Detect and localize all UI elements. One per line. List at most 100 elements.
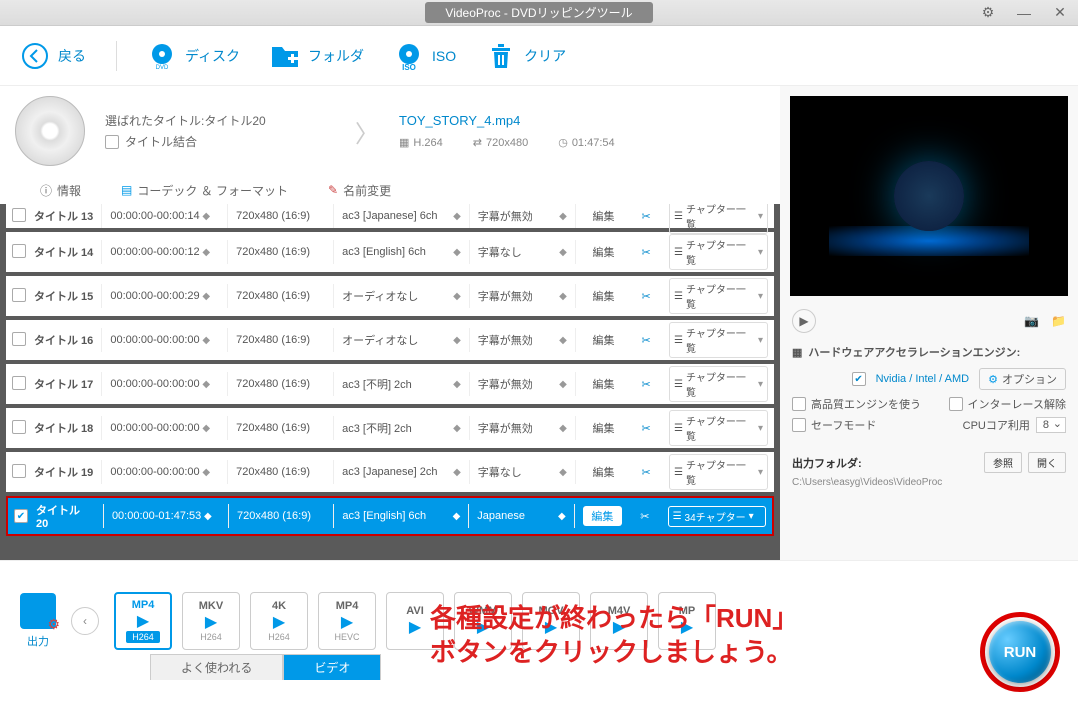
output-folder-label: 出力フォルダ: (792, 455, 862, 471)
scissors-icon[interactable]: ✂ (631, 378, 661, 391)
row-chapter-button[interactable]: ☰チャプター一覧▾ (669, 454, 768, 490)
title-row[interactable]: タイトル 15 00:00:00-00:00:29 ◆ 720x480 (16:… (6, 276, 774, 316)
play-button[interactable]: ▶ (792, 309, 816, 333)
row-edit-button[interactable]: 編集 (584, 376, 624, 392)
format-card[interactable]: 4K▶H264 (250, 592, 308, 650)
row-audio-select[interactable]: ac3 [English] 6ch◆ (342, 510, 460, 522)
cpu-cores-select[interactable]: 8 (1036, 417, 1066, 433)
disk-button[interactable]: DVD ディスク (147, 41, 240, 71)
scissors-icon[interactable]: ✂ (631, 422, 661, 435)
row-subtitle-select[interactable]: 字幕が無効◆ (478, 420, 567, 436)
row-edit-button[interactable]: 編集 (584, 420, 624, 436)
format-prev-button[interactable]: ‹ (71, 607, 99, 635)
title-row[interactable]: タイトル 17 00:00:00-00:00:00 ◆ 720x480 (16:… (6, 364, 774, 404)
row-audio-select[interactable]: ac3 [Japanese] 2ch◆ (342, 466, 461, 478)
row-audio-select[interactable]: オーディオなし◆ (342, 332, 461, 348)
format-card[interactable]: WMM▶ (454, 592, 512, 650)
format-card[interactable]: MP4▶HEVC (318, 592, 376, 650)
tab-info[interactable]: ⓘ情報 (40, 182, 81, 199)
row-chapter-button[interactable]: ☰チャプター一覧▾ (669, 410, 768, 446)
row-checkbox[interactable] (14, 509, 28, 523)
format-card[interactable]: MOV▶ (522, 592, 580, 650)
row-edit-button[interactable]: 編集 (584, 464, 624, 480)
safe-checkbox[interactable]: セーフモード (792, 417, 876, 433)
hq-checkbox[interactable]: 高品質エンジンを使う (792, 396, 921, 412)
row-audio-select[interactable]: ac3 [不明] 2ch◆ (342, 420, 461, 436)
row-chapter-button[interactable]: ☰チャプター一覧▾ (669, 204, 768, 234)
row-edit-button[interactable]: 編集 (583, 506, 622, 526)
tab-codec[interactable]: ▤コーデック ＆ フォーマット (121, 182, 288, 199)
row-edit-button[interactable]: 編集 (584, 332, 624, 348)
scissors-icon[interactable]: ✂ (631, 290, 661, 303)
back-button[interactable]: 戻る (20, 41, 86, 71)
scissors-icon[interactable]: ✂ (630, 510, 659, 523)
tab-video[interactable]: ビデオ (283, 654, 381, 680)
row-edit-button[interactable]: 編集 (584, 288, 624, 304)
row-audio-select[interactable]: オーディオなし◆ (342, 288, 461, 304)
browse-button[interactable]: 参照 (984, 452, 1022, 473)
row-edit-button[interactable]: 編集 (584, 244, 624, 260)
row-title: タイトル 13 (34, 208, 93, 224)
row-subtitle-select[interactable]: 字幕が無効◆ (478, 208, 567, 224)
gpu-checkbox[interactable] (852, 372, 866, 386)
row-subtitle-select[interactable]: Japanese◆ (477, 510, 565, 522)
settings-icon[interactable]: ⚙ (978, 3, 998, 23)
format-card[interactable]: AVI▶ (386, 592, 444, 650)
row-subtitle-select[interactable]: 字幕なし◆ (478, 244, 567, 260)
tab-rename[interactable]: ✎名前変更 (328, 182, 391, 199)
title-list[interactable]: タイトル 13 00:00:00-00:00:14 ◆ 720x480 (16:… (0, 204, 780, 560)
tab-frequent[interactable]: よく使われる (150, 654, 283, 680)
iso-label: ISO (432, 48, 456, 64)
row-chapter-button[interactable]: ☰チャプター一覧▾ (669, 234, 768, 270)
title-row[interactable]: タイトル 14 00:00:00-00:00:12 ◆ 720x480 (16:… (6, 232, 774, 272)
row-checkbox[interactable] (12, 288, 26, 302)
format-card[interactable]: MP4▶H264 (114, 592, 172, 650)
title-row[interactable]: タイトル 16 00:00:00-00:00:00 ◆ 720x480 (16:… (6, 320, 774, 360)
row-subtitle-select[interactable]: 字幕なし◆ (478, 464, 567, 480)
open-folder-icon[interactable]: 📁 (1051, 314, 1066, 328)
output-settings-icon[interactable] (20, 593, 56, 629)
row-subtitle-select[interactable]: 字幕が無効◆ (478, 288, 567, 304)
row-checkbox[interactable] (12, 376, 26, 390)
snapshot-icon[interactable]: 📷 (1024, 314, 1039, 328)
deint-checkbox[interactable]: インターレース解除 (949, 396, 1066, 412)
format-card[interactable]: MP▶ (658, 592, 716, 650)
close-button[interactable]: ✕ (1050, 3, 1070, 23)
row-checkbox[interactable] (12, 208, 26, 222)
options-button[interactable]: ⚙オプション (979, 368, 1066, 390)
scissors-icon[interactable]: ✂ (631, 334, 661, 347)
folder-button[interactable]: フォルダ (270, 41, 364, 71)
row-chapter-button[interactable]: ☰チャプター一覧▾ (669, 322, 768, 358)
clear-button[interactable]: クリア (486, 41, 566, 71)
row-audio-select[interactable]: ac3 [English] 6ch◆ (342, 246, 461, 258)
title-row[interactable]: タイトル 13 00:00:00-00:00:14 ◆ 720x480 (16:… (6, 204, 774, 228)
minimize-button[interactable]: — (1014, 3, 1034, 23)
row-chapter-button[interactable]: ☰チャプター一覧▾ (669, 278, 768, 314)
title-row[interactable]: タイトル 19 00:00:00-00:00:00 ◆ 720x480 (16:… (6, 452, 774, 492)
row-chapter-button[interactable]: ☰チャプター一覧▾ (669, 366, 768, 402)
format-card[interactable]: MKV▶H264 (182, 592, 240, 650)
scissors-icon[interactable]: ✂ (631, 210, 661, 223)
row-checkbox[interactable] (12, 464, 26, 478)
row-checkbox[interactable] (12, 332, 26, 346)
title-row[interactable]: タイトル 20 00:00:00-01:47:53 ◆ 720x480 (16:… (6, 496, 774, 536)
run-label: RUN (989, 621, 1051, 683)
row-audio-select[interactable]: ac3 [Japanese] 6ch◆ (342, 210, 461, 222)
format-card[interactable]: M4V▶ (590, 592, 648, 650)
row-subtitle-select[interactable]: 字幕が無効◆ (478, 332, 567, 348)
row-edit-button[interactable]: 編集 (584, 208, 624, 224)
row-time: 00:00:00-00:00:00 ◆ (110, 378, 219, 390)
row-audio-select[interactable]: ac3 [不明] 2ch◆ (342, 376, 461, 392)
merge-checkbox[interactable] (105, 135, 119, 149)
run-button[interactable]: RUN (980, 612, 1060, 692)
row-chapter-button[interactable]: ☰34チャプター▾ (668, 506, 766, 527)
scissors-icon[interactable]: ✂ (631, 246, 661, 259)
scissors-icon[interactable]: ✂ (631, 466, 661, 479)
title-row[interactable]: タイトル 18 00:00:00-00:00:00 ◆ 720x480 (16:… (6, 408, 774, 448)
row-resolution: 720x480 (16:9) (236, 210, 325, 222)
open-button[interactable]: 開く (1028, 452, 1066, 473)
row-checkbox[interactable] (12, 420, 26, 434)
row-subtitle-select[interactable]: 字幕が無効◆ (478, 376, 567, 392)
iso-button[interactable]: ISO ISO (394, 41, 456, 71)
row-checkbox[interactable] (12, 244, 26, 258)
